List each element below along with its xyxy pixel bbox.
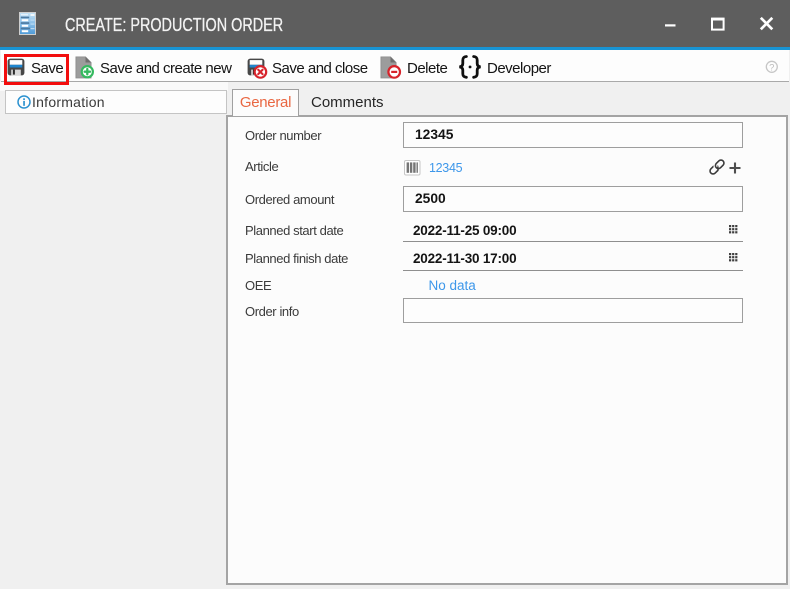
svg-text:?: ? bbox=[769, 62, 774, 73]
